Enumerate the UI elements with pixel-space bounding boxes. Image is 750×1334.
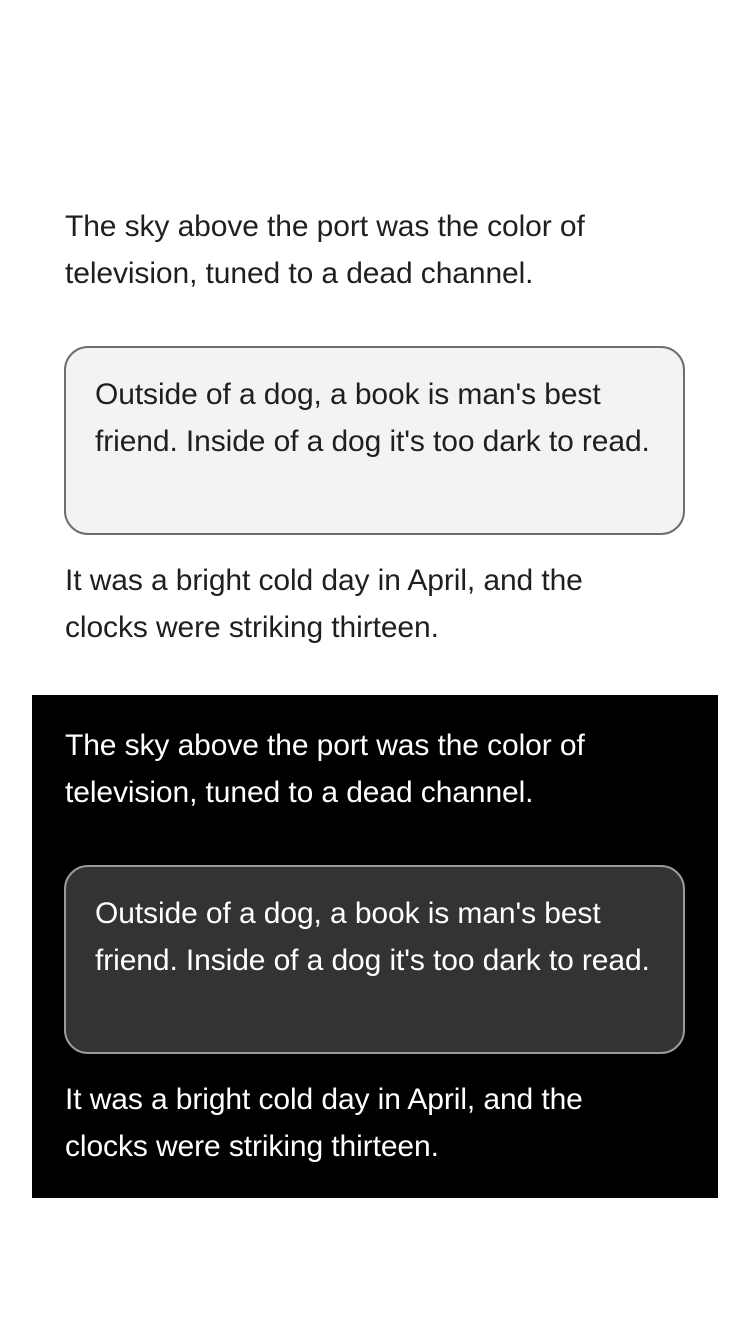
light-quote-card: Outside of a dog, a book is man's best f…	[64, 346, 685, 535]
dark-paragraph-top: The sky above the port was the color of …	[65, 729, 585, 809]
light-paragraph-bottom: It was a bright cold day in April, and t…	[65, 564, 583, 644]
light-quote-card-text: Outside of a dog, a book is man's best f…	[95, 378, 650, 458]
dark-quote-card: Outside of a dog, a book is man's best f…	[64, 865, 685, 1054]
dark-quote-card-text: Outside of a dog, a book is man's best f…	[95, 897, 650, 977]
dark-paragraph-bottom: It was a bright cold day in April, and t…	[65, 1083, 583, 1163]
light-paragraph-top: The sky above the port was the color of …	[65, 210, 585, 290]
